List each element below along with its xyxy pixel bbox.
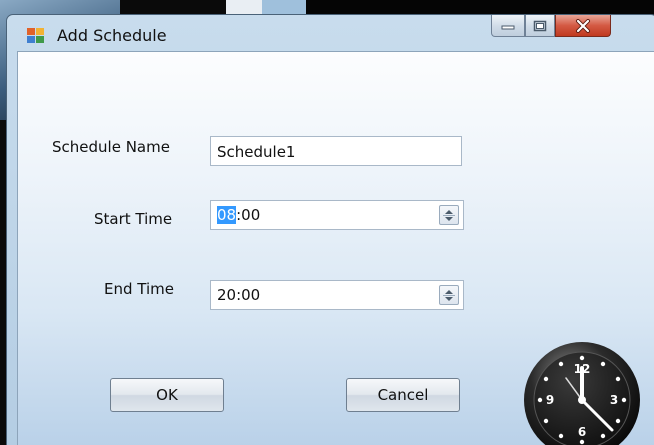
clock-numeral-9: 9 bbox=[546, 393, 554, 407]
start-time-spin-button[interactable] bbox=[439, 205, 459, 225]
start-time-label: Start Time bbox=[94, 210, 173, 228]
spin-arrows-icon bbox=[443, 210, 455, 221]
start-time-picker[interactable]: 08:00 bbox=[210, 200, 464, 230]
add-schedule-dialog: Add Schedule Schedule Name Schedule1 Sta… bbox=[6, 14, 654, 445]
spin-arrows-icon bbox=[443, 290, 455, 301]
schedule-name-input[interactable]: Schedule1 bbox=[210, 136, 462, 166]
close-button[interactable] bbox=[555, 15, 611, 37]
start-time-value: 08:00 bbox=[217, 206, 260, 224]
desktop-background-fragment bbox=[306, 0, 654, 14]
clock-numeral-6: 6 bbox=[578, 425, 586, 439]
maximize-icon bbox=[533, 20, 547, 31]
cancel-button[interactable]: Cancel bbox=[346, 378, 460, 412]
maximize-button[interactable] bbox=[525, 15, 555, 37]
dialog-body: Schedule Name Schedule1 Start Time 08:00… bbox=[17, 51, 654, 445]
minimize-button[interactable] bbox=[491, 15, 525, 37]
end-time-spin-button[interactable] bbox=[439, 285, 459, 305]
end-time-value: 20:00 bbox=[217, 286, 261, 304]
wall-clock-icon: 12 3 6 9 bbox=[524, 342, 640, 445]
schedule-name-label: Schedule Name bbox=[52, 138, 170, 156]
ok-button[interactable]: OK bbox=[110, 378, 224, 412]
clock-numeral-3: 3 bbox=[610, 393, 618, 407]
title-bar[interactable]: Add Schedule bbox=[7, 15, 654, 49]
end-time-label: End Time bbox=[104, 280, 174, 298]
start-time-hour-selection: 08 bbox=[217, 206, 237, 224]
end-time-picker[interactable]: 20:00 bbox=[210, 280, 464, 310]
minimize-icon bbox=[501, 25, 515, 29]
start-time-minutes: :00 bbox=[236, 206, 261, 224]
close-icon bbox=[576, 18, 590, 33]
schedule-app-icon bbox=[27, 27, 45, 43]
window-title: Add Schedule bbox=[57, 26, 167, 45]
